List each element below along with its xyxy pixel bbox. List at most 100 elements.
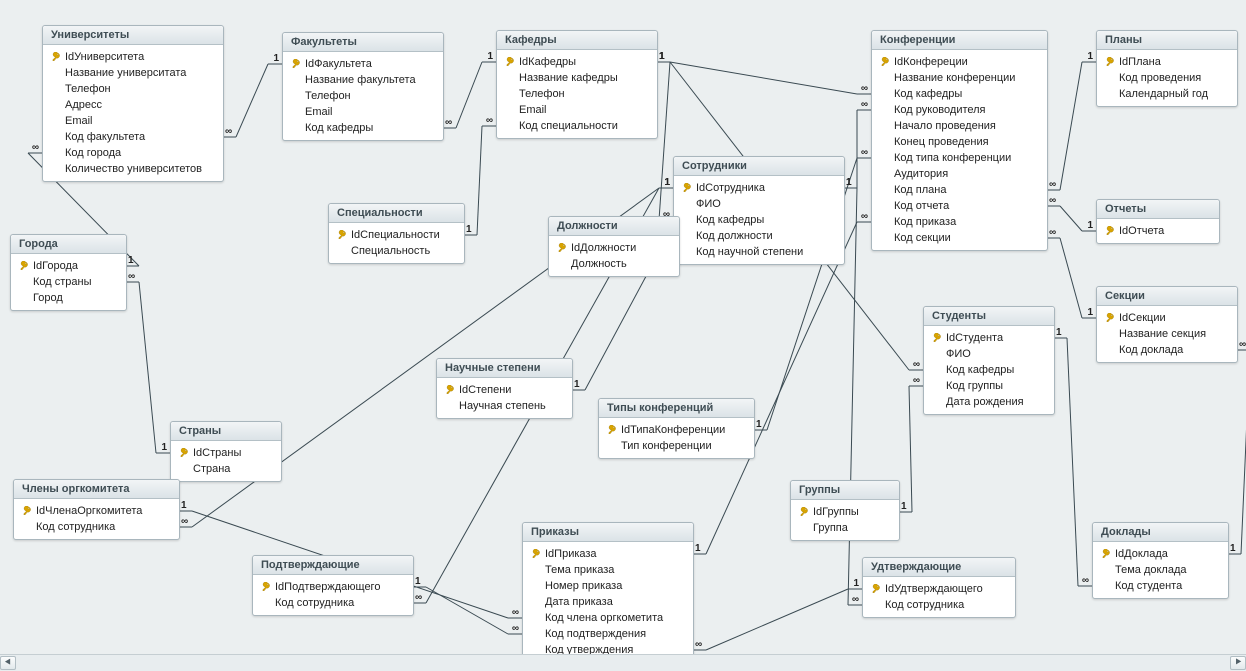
field[interactable]: Научная степень bbox=[439, 398, 570, 414]
pk-field[interactable]: IdСтудента bbox=[926, 330, 1052, 346]
pk-field[interactable]: IdГорода bbox=[13, 258, 124, 274]
table-gruppy[interactable]: Группы IdГруппыГруппа bbox=[790, 480, 900, 541]
relationships-canvas[interactable]: 1∞1∞1∞1∞1∞1∞1∞1∞1∞1∞1∞1∞1∞1∞1∞1∞1∞1∞1∞1∞… bbox=[0, 0, 1246, 671]
table-doklady[interactable]: Доклады IdДокладаТема докладаКод студента bbox=[1092, 522, 1229, 599]
table-title[interactable]: Конференции bbox=[872, 31, 1047, 50]
field[interactable]: Номер приказа bbox=[525, 578, 691, 594]
field[interactable]: Код города bbox=[45, 145, 221, 161]
pk-field[interactable]: IdДоклада bbox=[1095, 546, 1226, 562]
field[interactable]: Телефон bbox=[285, 88, 441, 104]
field[interactable]: Код отчета bbox=[874, 198, 1045, 214]
field[interactable]: Количество университетов bbox=[45, 161, 221, 177]
table-title[interactable]: Удтверждающие bbox=[863, 558, 1015, 577]
table-title[interactable]: Отчеты bbox=[1097, 200, 1219, 219]
table-dolzhnosti[interactable]: Должности IdДолжностиДолжность bbox=[548, 216, 680, 277]
scrollbar-track[interactable] bbox=[16, 656, 1230, 670]
field[interactable]: Email bbox=[285, 104, 441, 120]
pk-field[interactable]: IdСпециальности bbox=[331, 227, 462, 243]
pk-field[interactable]: IdСекции bbox=[1099, 310, 1235, 326]
table-title[interactable]: Сотрудники bbox=[674, 157, 844, 176]
field[interactable]: Название университата bbox=[45, 65, 221, 81]
field[interactable]: Код научной степени bbox=[676, 244, 842, 260]
field[interactable]: Код студента bbox=[1095, 578, 1226, 594]
table-studenty[interactable]: СтудентыIdСтудентаФИОКод кафедрыКод груп… bbox=[923, 306, 1055, 415]
pk-field[interactable]: IdПодтверждающего bbox=[255, 579, 411, 595]
field[interactable]: Код типа конференции bbox=[874, 150, 1045, 166]
pk-field[interactable]: IdДолжности bbox=[551, 240, 677, 256]
field[interactable]: Должность bbox=[551, 256, 677, 272]
field[interactable]: Код кафедры bbox=[285, 120, 441, 136]
field[interactable]: Код кафедры bbox=[676, 212, 842, 228]
field[interactable]: Код сотрудника bbox=[865, 597, 1013, 613]
field[interactable]: Код секции bbox=[874, 230, 1045, 246]
field[interactable]: Код кафедры bbox=[874, 86, 1045, 102]
table-title[interactable]: Члены оргкомитета bbox=[14, 480, 179, 499]
table-konferentsii[interactable]: Конференции IdКонферецииНазвание конферен… bbox=[871, 30, 1048, 251]
table-title[interactable]: Студенты bbox=[924, 307, 1054, 326]
field[interactable]: Конец проведения bbox=[874, 134, 1045, 150]
table-sotrudniki[interactable]: СотрудникиIdСотрудникаФИОКод кафедрыКод … bbox=[673, 156, 845, 265]
pk-field[interactable]: IdПриказа bbox=[525, 546, 691, 562]
field[interactable]: Название кафедры bbox=[499, 70, 655, 86]
field[interactable]: ФИО bbox=[676, 196, 842, 212]
field[interactable]: Код приказа bbox=[874, 214, 1045, 230]
table-title[interactable]: Приказы bbox=[523, 523, 693, 542]
field[interactable]: Тема доклада bbox=[1095, 562, 1226, 578]
field[interactable]: Группа bbox=[793, 520, 897, 536]
scroll-left-button[interactable]: ⯇ bbox=[0, 656, 16, 670]
field[interactable]: Код сотрудника bbox=[16, 519, 177, 535]
table-title[interactable]: Страны bbox=[171, 422, 281, 441]
scroll-right-button[interactable]: ⯈ bbox=[1230, 656, 1246, 670]
table-spetsialnosti[interactable]: Специальности IdСпециальностиСпециальност… bbox=[328, 203, 465, 264]
field[interactable]: Код группы bbox=[926, 378, 1052, 394]
field[interactable]: Начало проведения bbox=[874, 118, 1045, 134]
table-title[interactable]: Типы конференций bbox=[599, 399, 754, 418]
pk-field[interactable]: IdКафедры bbox=[499, 54, 655, 70]
table-title[interactable]: Города bbox=[11, 235, 126, 254]
field[interactable]: Телефон bbox=[499, 86, 655, 102]
table-goroda[interactable]: Города IdГородаКод страныГород bbox=[10, 234, 127, 311]
field[interactable]: Город bbox=[13, 290, 124, 306]
pk-field[interactable]: IdУдтверждающего bbox=[865, 581, 1013, 597]
field[interactable]: Email bbox=[45, 113, 221, 129]
field[interactable]: Название конференции bbox=[874, 70, 1045, 86]
pk-field[interactable]: IdСтраны bbox=[173, 445, 279, 461]
field[interactable]: Телефон bbox=[45, 81, 221, 97]
field[interactable]: Код специальности bbox=[499, 118, 655, 134]
table-prikazy[interactable]: Приказы IdПриказаТема приказаНомер приказ… bbox=[522, 522, 694, 663]
table-title[interactable]: Планы bbox=[1097, 31, 1237, 50]
field[interactable]: Код страны bbox=[13, 274, 124, 290]
field[interactable]: Календарный год bbox=[1099, 86, 1235, 102]
field[interactable]: Код должности bbox=[676, 228, 842, 244]
field[interactable]: Код проведения bbox=[1099, 70, 1235, 86]
field[interactable]: Страна bbox=[173, 461, 279, 477]
field[interactable]: Тема приказа bbox=[525, 562, 691, 578]
table-title[interactable]: Секции bbox=[1097, 287, 1237, 306]
table-title[interactable]: Должности bbox=[549, 217, 679, 236]
table-plany[interactable]: ПланыIdПланаКод проведенияКалендарный го… bbox=[1096, 30, 1238, 107]
field[interactable]: ФИО bbox=[926, 346, 1052, 362]
table-podtverzh[interactable]: Подтверждающие IdПодтверждающегоКод сотру… bbox=[252, 555, 414, 616]
field[interactable]: Специальность bbox=[331, 243, 462, 259]
pk-field[interactable]: IdСтепени bbox=[439, 382, 570, 398]
field[interactable]: Тип конференции bbox=[601, 438, 752, 454]
table-universitety[interactable]: УниверситетыIdУниверситетаНазвание униве… bbox=[42, 25, 224, 182]
field[interactable]: Название секция bbox=[1099, 326, 1235, 342]
table-fakultety[interactable]: ФакультетыIdФакультетаНазвание факультет… bbox=[282, 32, 444, 141]
table-strany[interactable]: Страны IdСтраныСтрана bbox=[170, 421, 282, 482]
table-title[interactable]: Группы bbox=[791, 481, 899, 500]
field[interactable]: Дата приказа bbox=[525, 594, 691, 610]
table-title[interactable]: Доклады bbox=[1093, 523, 1228, 542]
field[interactable]: Код подтверждения bbox=[525, 626, 691, 642]
table-title[interactable]: Подтверждающие bbox=[253, 556, 413, 575]
field[interactable]: Код факультета bbox=[45, 129, 221, 145]
pk-field[interactable]: IdКонфереции bbox=[874, 54, 1045, 70]
pk-field[interactable]: IdЧленаОргкомитета bbox=[16, 503, 177, 519]
field[interactable]: Код сотрудника bbox=[255, 595, 411, 611]
table-kafedry[interactable]: КафедрыIdКафедрыНазвание кафедрыТелефонE… bbox=[496, 30, 658, 139]
table-title[interactable]: Кафедры bbox=[497, 31, 657, 50]
pk-field[interactable]: IdОтчета bbox=[1099, 223, 1217, 239]
pk-field[interactable]: IdГруппы bbox=[793, 504, 897, 520]
table-title[interactable]: Специальности bbox=[329, 204, 464, 223]
field[interactable]: Код члена оргкометита bbox=[525, 610, 691, 626]
